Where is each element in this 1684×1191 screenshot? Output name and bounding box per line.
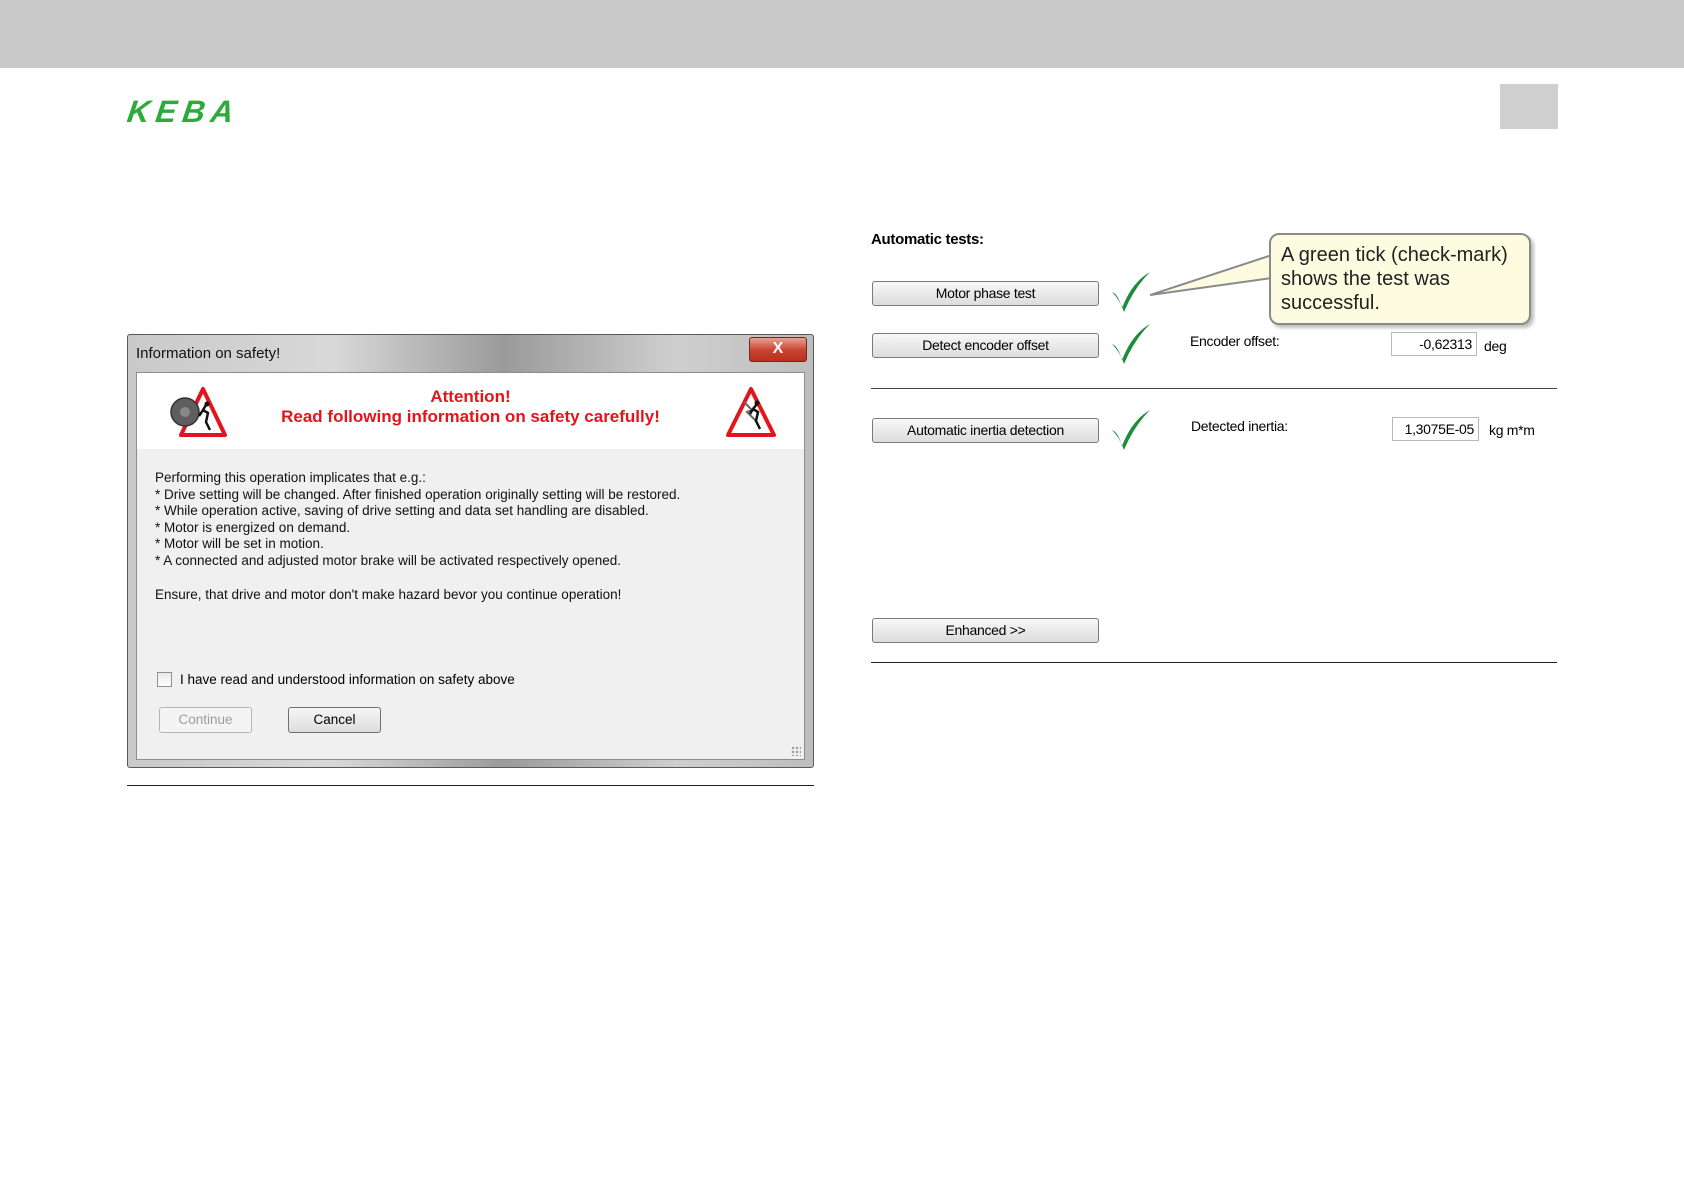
page-number-box (1500, 84, 1558, 129)
safety-line: Performing this operation implicates tha… (155, 470, 426, 485)
safety-line: * A connected and adjusted motor brake w… (155, 552, 622, 568)
top-bar (0, 0, 1684, 68)
callout-line: A green tick (check-mark) (1281, 244, 1508, 266)
detected-inertia-value: 1,3075E-05 (1392, 417, 1479, 441)
dialog-client-area: Attention! Read following information on… (136, 372, 805, 760)
attention-subheading: Read following information on safety car… (281, 407, 660, 426)
check-mark-icon (1112, 272, 1150, 312)
divider-bottom (871, 662, 1557, 663)
dialog-warning-header: Attention! Read following information on… (137, 373, 804, 449)
safety-information-text: Performing this operation implicates tha… (155, 470, 680, 569)
safety-line: * Motor will be set in motion. (155, 536, 324, 551)
continue-button[interactable]: Continue (159, 707, 252, 733)
automatic-tests-heading: Automatic tests: (871, 231, 984, 248)
acknowledge-checkbox-label: I have read and understood information o… (180, 672, 515, 687)
automatic-inertia-detection-button[interactable]: Automatic inertia detection (872, 418, 1099, 443)
close-button[interactable]: X (749, 337, 807, 362)
detect-encoder-offset-button[interactable]: Detect encoder offset (872, 333, 1099, 358)
divider-left (127, 785, 814, 786)
motor-phase-test-button[interactable]: Motor phase test (872, 281, 1099, 306)
check-mark-icon (1112, 324, 1150, 364)
safety-line: * Drive setting will be changed. After f… (155, 486, 681, 502)
acknowledge-checkbox-row[interactable]: I have read and understood information o… (157, 672, 515, 687)
detected-inertia-label: Detected inertia: (1191, 418, 1288, 434)
divider-middle (871, 388, 1557, 389)
enhanced-button[interactable]: Enhanced >> (872, 618, 1099, 643)
ensure-text: Ensure, that drive and motor don't make … (155, 587, 622, 602)
detected-inertia-unit: kg m*m (1489, 422, 1535, 438)
encoder-offset-unit: deg (1484, 338, 1507, 354)
tick-explanation-callout: A green tick (check-mark) shows the test… (1269, 233, 1531, 325)
keba-logo: KEBA (125, 94, 242, 129)
callout-pointer (1150, 253, 1273, 296)
encoder-offset-value: -0,62313 (1391, 332, 1477, 356)
safety-line: * Motor is energized on demand. (155, 519, 351, 535)
safety-dialog: Information on safety! X Attention! Read… (127, 334, 814, 768)
encoder-offset-label: Encoder offset: (1190, 333, 1280, 349)
attention-heading: Attention! (430, 387, 511, 406)
acknowledge-checkbox[interactable] (157, 672, 172, 687)
safety-line: * While operation active, saving of driv… (155, 503, 649, 518)
resize-grip[interactable] (791, 746, 801, 756)
check-mark-icon (1112, 410, 1150, 450)
cancel-button[interactable]: Cancel (288, 707, 381, 733)
callout-line: shows the test was (1281, 268, 1450, 290)
electrical-hazard-warning-icon (726, 387, 776, 437)
callout-line: successful. (1281, 292, 1380, 314)
dialog-title: Information on safety! (136, 345, 281, 362)
